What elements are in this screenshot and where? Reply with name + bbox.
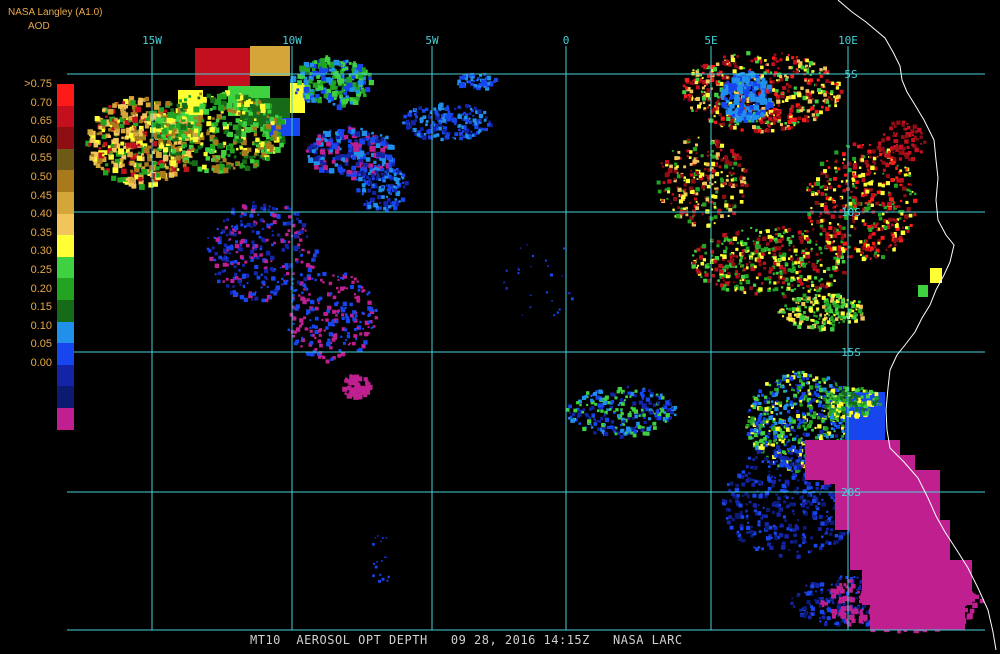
footer-caption: MT10 AEROSOL OPT DEPTH 09 28, 2016 14:15… <box>250 633 683 647</box>
legend-swatch <box>57 257 74 279</box>
legend-swatch <box>57 106 74 128</box>
legend-label: 0.55 <box>31 152 52 164</box>
longitude-label: 5E <box>704 34 717 47</box>
longitude-label: 0 <box>563 34 570 47</box>
legend-label: 0.15 <box>31 301 52 313</box>
latitude-label: 20S <box>841 486 861 499</box>
aerosol-layer <box>85 46 984 633</box>
legend-label: 0.10 <box>31 320 52 332</box>
legend-label: 0.50 <box>31 171 52 183</box>
legend-label: 0.00 <box>31 357 52 369</box>
graticule <box>67 46 985 630</box>
legend-swatch <box>57 149 74 171</box>
legend-swatch <box>57 300 74 322</box>
legend-swatch <box>57 365 74 387</box>
legend-label: 0.25 <box>31 264 52 276</box>
legend-swatch <box>57 278 74 300</box>
legend-swatch <box>57 127 74 149</box>
latitude-label: 15S <box>841 346 861 359</box>
legend-swatch <box>57 322 74 344</box>
legend-label: 0.60 <box>31 134 52 146</box>
legend-label: 0.45 <box>31 190 52 202</box>
legend-label: >0.75 <box>24 78 52 90</box>
legend-swatch <box>57 170 74 192</box>
source-label: NASA Langley (A1.0) <box>8 7 103 18</box>
legend-swatch <box>57 214 74 236</box>
aod-map: 15W 10W 5W 0 5E 10E 5S 10S 15S 20S <box>0 0 1000 650</box>
legend-label: 0.40 <box>31 208 52 220</box>
legend-swatch <box>57 408 74 430</box>
variable-label: AOD <box>28 21 50 32</box>
latitude-label: 5S <box>844 68 857 81</box>
legend-swatch <box>57 386 74 408</box>
legend-swatch <box>57 343 74 365</box>
longitude-label: 15W <box>142 34 162 47</box>
legend-swatch <box>57 235 74 257</box>
legend-label: 0.30 <box>31 245 52 257</box>
legend-swatch <box>57 192 74 214</box>
legend-label: 0.05 <box>31 338 52 350</box>
latitude-label: 10S <box>841 206 861 219</box>
legend-label: 0.70 <box>31 97 52 109</box>
legend-label: 0.35 <box>31 227 52 239</box>
longitude-label: 10E <box>838 34 858 47</box>
longitude-label: 5W <box>425 34 439 47</box>
legend-label: 0.20 <box>31 283 52 295</box>
legend-label: 0.65 <box>31 115 52 127</box>
longitude-label: 10W <box>282 34 302 47</box>
legend-swatch <box>57 84 74 106</box>
map-canvas: 15W 10W 5W 0 5E 10E 5S 10S 15S 20S <box>0 0 1000 650</box>
